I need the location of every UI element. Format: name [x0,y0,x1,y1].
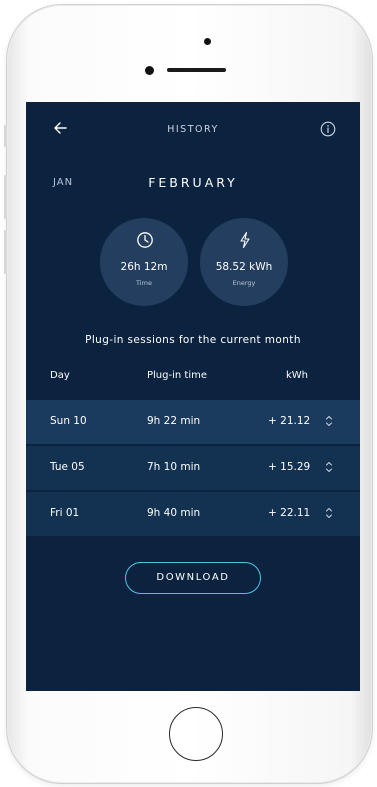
energy-stat-label: Energy [232,279,256,287]
page-title: HISTORY [167,124,219,135]
front-camera [145,66,154,75]
expand-collapse-icon[interactable] [325,413,333,429]
home-button[interactable] [169,707,223,761]
table-row[interactable]: Sun 10 9h 22 min + 21.12 [26,400,360,444]
row-kwh: + 21.12 [268,415,311,427]
lightning-icon [240,231,250,249]
time-stat-label: Time [136,279,152,287]
app-screen: HISTORY JAN FEBRUARY 26h 12m Time 58.52 … [26,102,360,691]
month-current: FEBRUARY [148,175,238,190]
top-sensor [204,38,211,45]
top-bar: HISTORY [26,102,360,154]
sessions-heading: Plug-in sessions for the current month [85,334,301,346]
energy-stat-value: 58.52 kWh [215,261,273,273]
row-plug-in-time: 7h 10 min [147,461,201,473]
download-button[interactable]: DOWNLOAD [125,562,261,594]
info-icon[interactable] [320,121,336,137]
row-kwh: + 22.11 [268,507,311,519]
expand-collapse-icon[interactable] [325,459,333,475]
time-stat: 26h 12m Time [100,218,188,306]
volume-down-button [4,230,7,274]
table-header: Day Plug-in time kWh [26,370,360,390]
clock-icon [137,232,153,248]
row-kwh: + 15.29 [268,461,311,473]
column-header-day: Day [50,370,70,381]
time-stat-value: 26h 12m [120,261,168,273]
volume-up-button [4,175,7,219]
mute-switch [4,125,7,147]
row-day: Tue 05 [50,461,85,473]
energy-stat: 58.52 kWh Energy [200,218,288,306]
row-plug-in-time: 9h 22 min [147,415,201,427]
table-row[interactable]: Tue 05 7h 10 min + 15.29 [26,446,360,490]
column-header-kwh: kWh [286,370,309,381]
row-day: Sun 10 [50,415,87,427]
row-plug-in-time: 9h 40 min [147,507,201,519]
earpiece-speaker [167,68,226,72]
table-row[interactable]: Fri 01 9h 40 min + 22.11 [26,492,360,536]
row-day: Fri 01 [50,507,80,519]
expand-collapse-icon[interactable] [325,505,333,521]
column-header-plug-in-time: Plug-in time [147,370,207,381]
